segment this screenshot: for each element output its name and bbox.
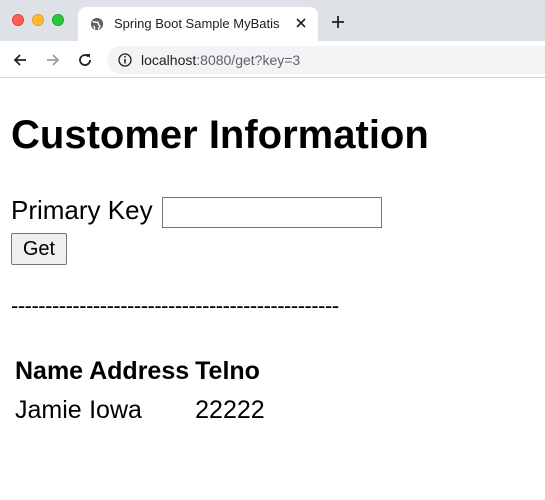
page-content: Customer Information Primary Key Get ---…: [0, 79, 545, 500]
column-header: Telno: [195, 357, 260, 385]
get-button[interactable]: Get: [11, 233, 67, 265]
url-path: :8080/get?key=3: [196, 52, 301, 68]
url-host: localhost: [141, 52, 197, 68]
close-window-button[interactable]: [12, 14, 24, 26]
close-tab-icon[interactable]: [294, 16, 308, 30]
back-arrow-icon[interactable]: [11, 51, 29, 69]
primary-key-input[interactable]: [162, 197, 382, 228]
zoom-window-button[interactable]: [52, 14, 64, 26]
column-header: Address: [89, 357, 190, 385]
globe-icon: [90, 17, 104, 31]
browser-tab-bar: Spring Boot Sample MyBatis: [0, 0, 545, 41]
url-text: localhost:8080/get?key=3: [141, 52, 300, 68]
new-tab-icon[interactable]: [330, 14, 346, 30]
table-cell: Iowa: [89, 396, 142, 424]
table-cell: Jamie: [15, 396, 82, 424]
tab-title: Spring Boot Sample MyBatis: [114, 16, 280, 31]
customer-table: Name Address Telno Jamie Iowa 22222: [11, 351, 269, 431]
browser-tab[interactable]: Spring Boot Sample MyBatis: [78, 7, 318, 41]
info-icon[interactable]: [118, 53, 132, 67]
forward-arrow-icon[interactable]: [44, 51, 62, 69]
table-header-row: Name Address Telno: [13, 353, 267, 390]
address-bar[interactable]: localhost:8080/get?key=3: [107, 46, 545, 74]
table-row: Jamie Iowa 22222: [13, 392, 267, 429]
divider-line: ----------------------------------------…: [11, 293, 339, 318]
page-title: Customer Information: [11, 113, 429, 157]
primary-key-label: Primary Key: [11, 195, 153, 225]
column-header: Name: [15, 357, 84, 385]
table-cell: 22222: [195, 396, 265, 424]
reload-icon[interactable]: [76, 51, 94, 69]
browser-toolbar: localhost:8080/get?key=3: [0, 41, 545, 78]
minimize-window-button[interactable]: [32, 14, 44, 26]
